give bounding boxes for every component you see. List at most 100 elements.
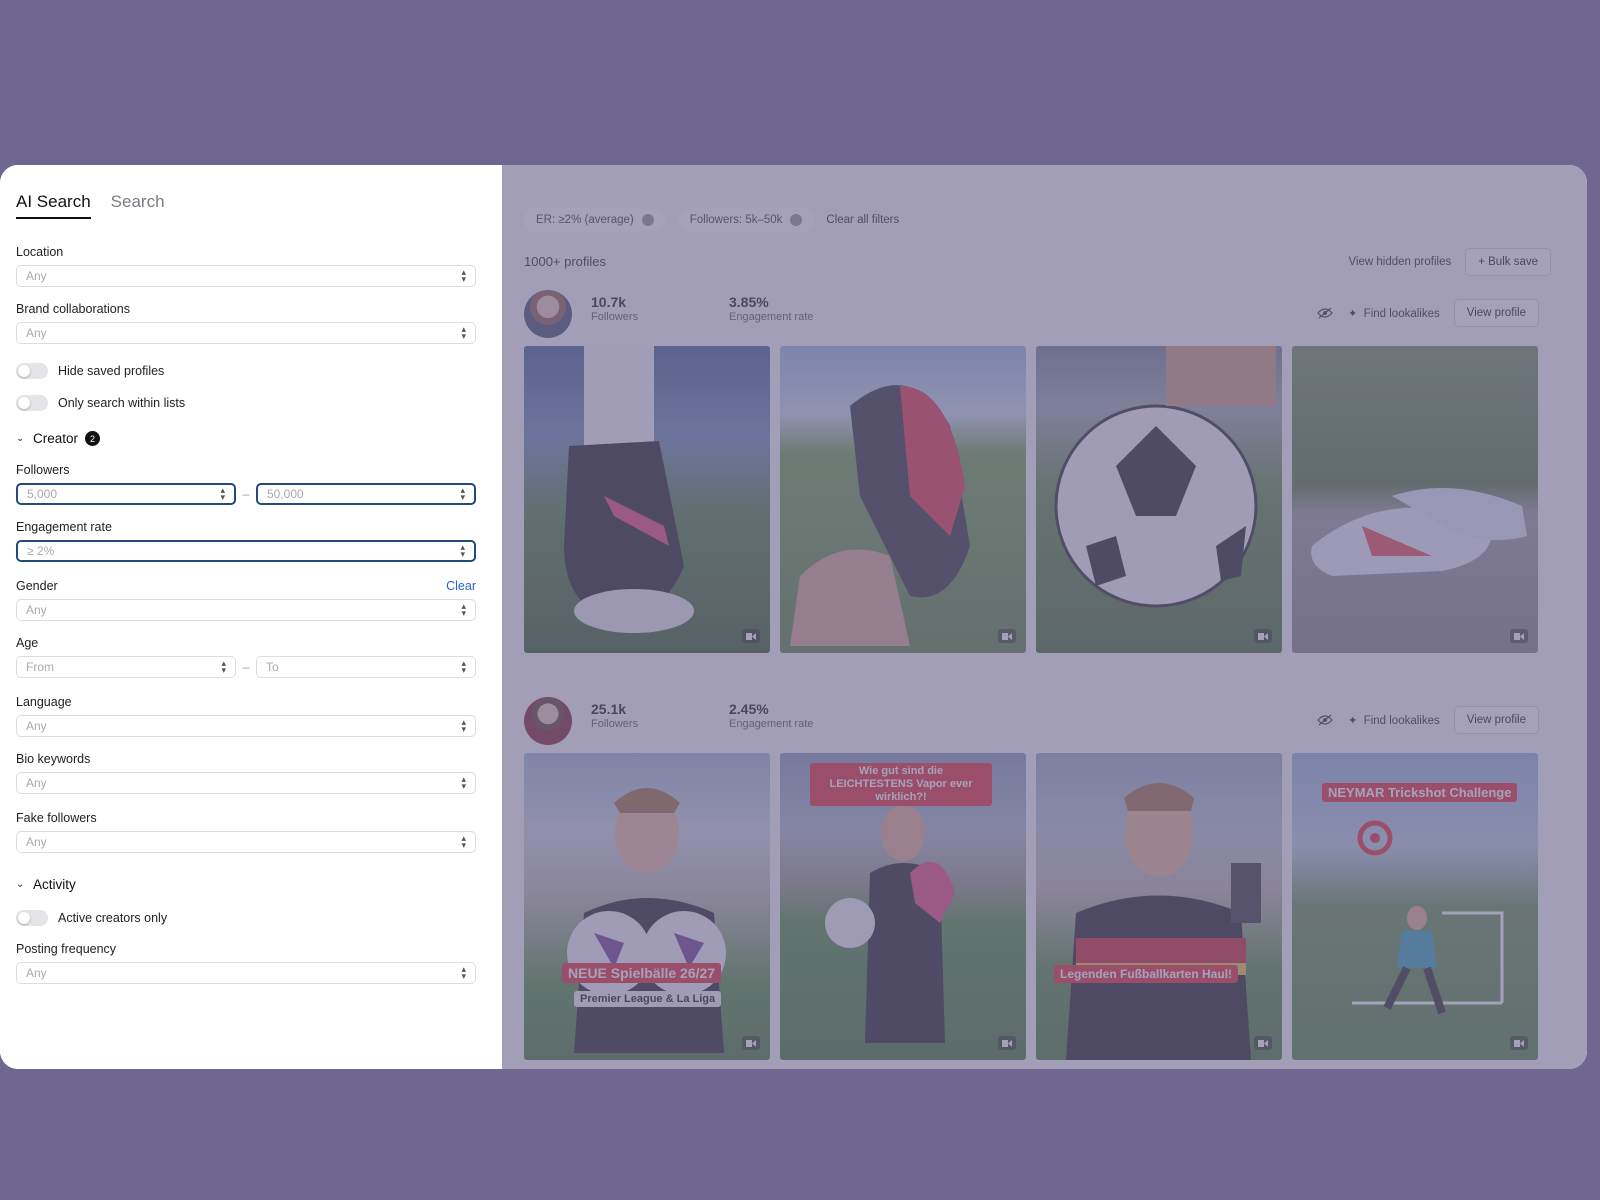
find-lookalikes-button[interactable]: ✦ Find lookalikes — [1348, 307, 1440, 320]
post-thumbnail[interactable]: NEYMAR Trickshot Challenge — [1292, 753, 1538, 1060]
language-label: Language — [16, 695, 72, 709]
active-only-label: Active creators only — [58, 911, 168, 925]
hide-profile-icon[interactable] — [1316, 304, 1334, 322]
updown-chevron-icon: ▴ ▾ — [220, 485, 225, 502]
chevron-down-icon: ⌄ — [16, 433, 25, 444]
post-thumbnail[interactable]: Legenden Fußballkarten Haul! — [1036, 753, 1282, 1060]
followers-min-select[interactable]: 5,000 ▴ ▾ — [16, 483, 236, 505]
updown-chevron-icon: ▴ ▾ — [461, 658, 466, 675]
creator-with-balls-image — [567, 788, 726, 1053]
bulk-save-button[interactable]: + Bulk save — [1465, 248, 1551, 276]
post-subcaption: Premier League & La Liga — [574, 991, 722, 1007]
view-profile-button[interactable]: View profile — [1453, 706, 1539, 734]
find-lookalikes-button[interactable]: ✦ Find lookalikes — [1348, 714, 1440, 727]
updown-chevron-icon: ▴ ▾ — [221, 658, 226, 675]
gender-select[interactable]: Any ▴ ▾ — [16, 599, 476, 621]
post-caption: Wie gut sind die LEICHTESTENS Vapor ever… — [810, 763, 992, 806]
active-filters: ER: ≥2% (average) Followers: 5k–50k Clea… — [524, 208, 899, 232]
post-thumbnail[interactable] — [524, 346, 770, 653]
clear-all-filters-link[interactable]: Clear all filters — [826, 214, 899, 226]
results-panel: ER: ≥2% (average) Followers: 5k–50k Clea… — [502, 165, 1587, 1069]
location-select[interactable]: Any ▴ ▾ — [16, 265, 476, 287]
filter-chip-er[interactable]: ER: ≥2% (average) — [524, 208, 666, 232]
post-thumbnail[interactable] — [780, 346, 1026, 653]
post-thumbnail[interactable] — [1292, 346, 1538, 653]
creator-in-jersey-image — [1066, 783, 1261, 1060]
sparkle-icon: ✦ — [1348, 307, 1358, 320]
bio-keywords-select[interactable]: Any ▴ ▾ — [16, 772, 476, 794]
age-to-select[interactable]: To ▴ ▾ — [256, 656, 476, 678]
profile-header: 10.7k Followers 3.85% Engagement rate ✦ … — [524, 290, 1539, 340]
results-actions: View hidden profiles + Bulk save — [1349, 248, 1551, 276]
activity-section-toggle[interactable]: ⌄ Activity — [16, 877, 476, 892]
video-icon — [1254, 1036, 1272, 1050]
remove-chip-icon[interactable] — [790, 214, 803, 226]
tab-ai-search[interactable]: AI Search — [16, 192, 91, 219]
followers-max-select[interactable]: 50,000 ▴ ▾ — [256, 483, 476, 505]
post-grid — [524, 346, 1539, 653]
filter-chip-followers[interactable]: Followers: 5k–50k — [677, 208, 815, 232]
tab-search[interactable]: Search — [111, 192, 165, 219]
filter-sidebar: AI Search Search Location Any ▴ ▾ Brand c… — [0, 165, 502, 1069]
avatar[interactable] — [524, 697, 572, 745]
location-label: Location — [16, 245, 64, 259]
post-thumbnail[interactable]: NEUE Spielbälle 26/27 Premier League & L… — [524, 753, 770, 1060]
updown-chevron-icon: ▴ ▾ — [460, 542, 465, 559]
video-icon — [998, 1036, 1016, 1050]
remove-chip-icon[interactable] — [641, 214, 654, 226]
football-boot-image — [564, 346, 694, 633]
football-boot-image — [1311, 488, 1527, 576]
only-lists-label: Only search within lists — [58, 396, 186, 410]
post-thumbnail[interactable] — [1036, 346, 1282, 653]
profile-actions: ✦ Find lookalikes View profile — [1316, 299, 1539, 327]
video-icon — [742, 629, 760, 643]
updown-chevron-icon: ▴ ▾ — [461, 717, 466, 734]
followers-range: 5,000 ▴ ▾ – 50,000 ▴ ▾ — [16, 483, 476, 505]
profile-card: 10.7k Followers 3.85% Engagement rate ✦ … — [524, 290, 1539, 653]
range-dash: – — [242, 487, 250, 501]
engagement-rate-select[interactable]: ≥ 2% ▴ ▾ — [16, 540, 476, 562]
bio-label: Bio keywords — [16, 752, 91, 766]
hide-saved-toggle[interactable] — [16, 363, 48, 379]
post-caption: NEYMAR Trickshot Challenge — [1322, 783, 1518, 802]
view-profile-button[interactable]: View profile — [1453, 299, 1539, 327]
engagement-stat: 3.85% Engagement rate — [729, 294, 814, 323]
fake-followers-select[interactable]: Any ▴ ▾ — [16, 831, 476, 853]
updown-chevron-icon: ▴ ▾ — [461, 601, 466, 618]
engagement-label: Engagement rate — [16, 520, 112, 534]
creator-section-toggle[interactable]: ⌄ Creator 2 — [16, 431, 476, 446]
football-boot-image — [790, 385, 970, 646]
search-tabs: AI Search Search — [16, 192, 476, 219]
age-from-select[interactable]: From ▴ ▾ — [16, 656, 236, 678]
posting-frequency-select[interactable]: Any ▴ ▾ — [16, 962, 476, 984]
view-hidden-profiles-link[interactable]: View hidden profiles — [1349, 256, 1452, 268]
creator-section-title: Creator — [33, 431, 79, 446]
age-label: Age — [16, 636, 39, 650]
fake-label: Fake followers — [16, 811, 97, 825]
only-lists-toggle[interactable] — [16, 395, 48, 411]
followers-stat: 10.7k Followers — [591, 294, 639, 323]
sparkle-icon: ✦ — [1348, 714, 1358, 727]
activity-section-title: Activity — [33, 877, 76, 892]
active-only-row: Active creators only — [16, 910, 476, 926]
updown-chevron-icon: ▴ ▾ — [461, 324, 466, 341]
avatar[interactable] — [524, 290, 572, 338]
updown-chevron-icon: ▴ ▾ — [461, 833, 466, 850]
app-window: AI Search Search Location Any ▴ ▾ Brand c… — [0, 165, 1587, 1069]
updown-chevron-icon: ▴ ▾ — [461, 964, 466, 981]
video-icon — [742, 1036, 760, 1050]
post-thumbnail[interactable]: Wie gut sind die LEICHTESTENS Vapor ever… — [780, 753, 1026, 1060]
gender-clear-link[interactable]: Clear — [446, 579, 476, 593]
language-select[interactable]: Any ▴ ▾ — [16, 715, 476, 737]
active-only-toggle[interactable] — [16, 910, 48, 926]
video-icon — [998, 629, 1016, 643]
only-lists-row: Only search within lists — [16, 395, 476, 411]
brand-collaborations-select[interactable]: Any ▴ ▾ — [16, 322, 476, 344]
profile-card: 25.1k Followers 2.45% Engagement rate ✦ … — [524, 697, 1539, 1060]
post-caption: NEUE Spielbälle 26/27 — [562, 963, 722, 983]
profile-header: 25.1k Followers 2.45% Engagement rate ✦ … — [524, 697, 1539, 747]
profile-actions: ✦ Find lookalikes View profile — [1316, 706, 1539, 734]
updown-chevron-icon: ▴ ▾ — [461, 267, 466, 284]
hide-profile-icon[interactable] — [1316, 711, 1334, 729]
video-icon — [1510, 1036, 1528, 1050]
